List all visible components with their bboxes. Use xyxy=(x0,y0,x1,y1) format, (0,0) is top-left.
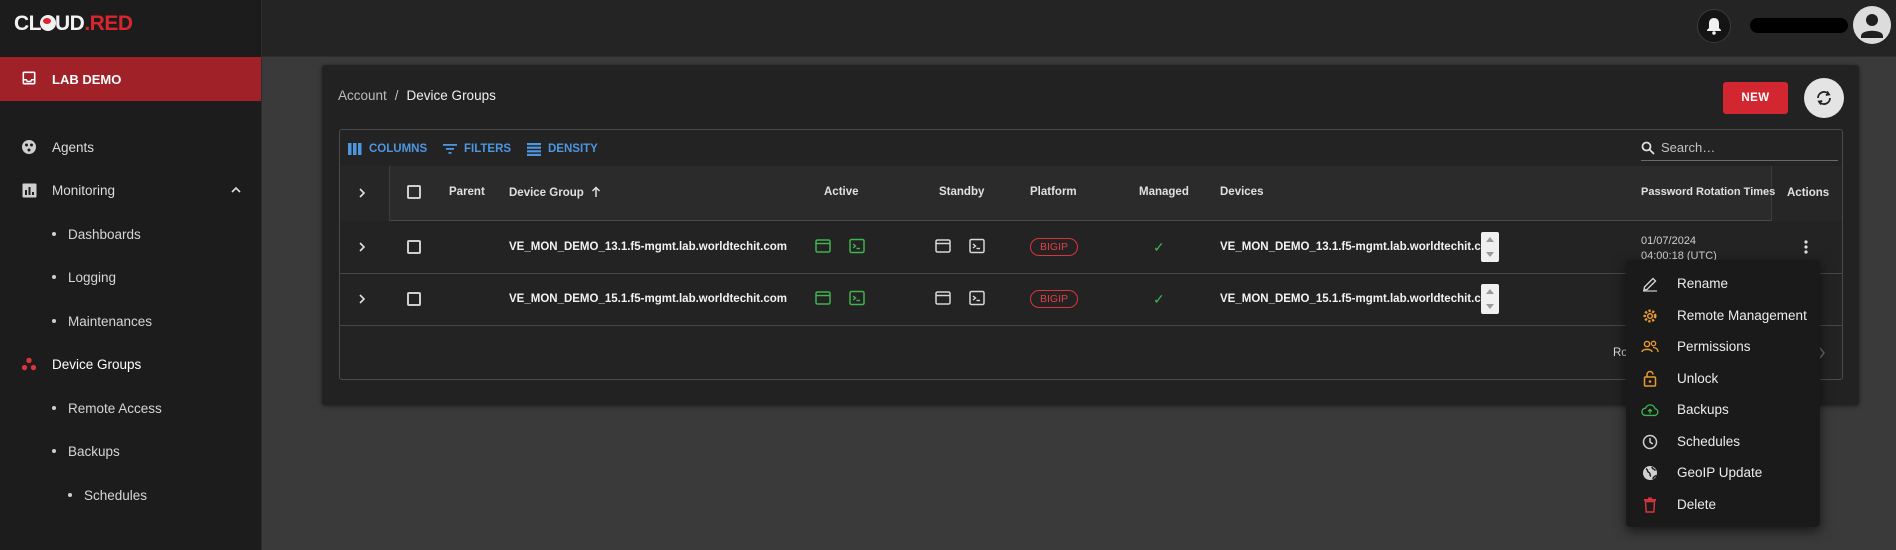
browser-window-icon[interactable] xyxy=(935,238,951,254)
breadcrumb-account[interactable]: Account xyxy=(338,88,387,103)
breadcrumb-separator: / xyxy=(394,88,399,103)
inbox-icon xyxy=(22,71,36,85)
logo-globe-icon xyxy=(40,15,56,31)
sidebar-item-agents[interactable]: Agents xyxy=(0,132,261,162)
terminal-icon[interactable] xyxy=(969,290,985,306)
cloud-upload-icon xyxy=(1641,401,1659,419)
caret-up-icon xyxy=(1486,237,1494,242)
density-icon xyxy=(527,142,541,156)
notifications-button[interactable] xyxy=(1697,9,1731,43)
devices-scroll-stepper[interactable] xyxy=(1481,284,1499,314)
menu-item-remote-management[interactable]: Remote Management xyxy=(1626,300,1820,331)
filters-button[interactable]: FILTERS xyxy=(443,141,511,157)
user-icon xyxy=(1861,14,1883,38)
menu-item-backups[interactable]: Backups xyxy=(1626,394,1820,425)
top-bar xyxy=(262,0,1896,57)
menu-item-schedules[interactable]: Schedules xyxy=(1626,426,1820,457)
bar-chart-icon xyxy=(21,182,37,198)
devices-scroll-stepper[interactable] xyxy=(1481,232,1499,262)
globe-icon xyxy=(1641,464,1659,482)
agents-icon xyxy=(21,139,37,155)
terminal-icon[interactable] xyxy=(849,290,865,306)
platform-badge: BIGIP xyxy=(1030,290,1079,308)
menu-item-geoip-update[interactable]: GeoIP Update xyxy=(1626,457,1820,488)
menu-item-permissions[interactable]: Permissions xyxy=(1626,331,1820,362)
menu-item-rename[interactable]: Rename xyxy=(1626,268,1820,299)
sidebar-item-backups[interactable]: Backups xyxy=(0,436,261,466)
sidebar-item-label: Agents xyxy=(52,139,95,155)
pencil-icon xyxy=(1641,275,1659,293)
refresh-icon xyxy=(1817,91,1831,105)
sidebar-brand-label: LAB DEMO xyxy=(52,71,122,87)
device-groups-icon xyxy=(21,356,37,372)
header-managed[interactable]: Managed xyxy=(1139,186,1189,198)
logo: CL UD.RED xyxy=(14,12,133,35)
search-box xyxy=(1641,135,1838,161)
sort-ascending-icon xyxy=(591,186,601,197)
caret-down-icon xyxy=(1486,304,1494,309)
sidebar-item-monitoring[interactable]: Monitoring xyxy=(0,175,261,205)
expand-row-icon[interactable] xyxy=(357,242,367,252)
browser-window-icon[interactable] xyxy=(935,290,951,306)
caret-down-icon xyxy=(1486,252,1494,257)
sidebar-item-schedules[interactable]: Schedules xyxy=(0,480,261,510)
expand-row-icon[interactable] xyxy=(357,294,367,304)
refresh-button[interactable] xyxy=(1804,78,1844,118)
bell-icon xyxy=(1707,18,1721,35)
sidebar-item-label: Device Groups xyxy=(52,356,142,372)
browser-window-icon[interactable] xyxy=(815,238,831,254)
terminal-icon[interactable] xyxy=(969,238,985,254)
row-devices: VE_MON_DEMO_13.1.f5-mgmt.lab.worldtechit… xyxy=(1220,241,1498,253)
sidebar-item-logging[interactable]: Logging xyxy=(0,262,261,292)
header-standby[interactable]: Standby xyxy=(939,186,984,198)
menu-item-unlock[interactable]: Unlock xyxy=(1626,363,1820,394)
row-checkbox[interactable] xyxy=(407,292,421,306)
breadcrumb: Account / Device Groups xyxy=(338,88,496,103)
search-icon xyxy=(1641,141,1655,155)
row-device-group: VE_MON_DEMO_15.1.f5-mgmt.lab.worldtechit… xyxy=(509,293,787,305)
menu-item-delete[interactable]: Delete xyxy=(1626,489,1820,520)
sidebar-item-label: Monitoring xyxy=(52,182,116,198)
header-devices[interactable]: Devices xyxy=(1220,186,1263,198)
header-actions: Actions xyxy=(1787,187,1830,199)
terminal-icon[interactable] xyxy=(849,238,865,254)
browser-window-icon[interactable] xyxy=(815,290,831,306)
username-redacted[interactable] xyxy=(1750,18,1848,33)
sidebar-item-dashboards[interactable]: Dashboards xyxy=(0,219,261,249)
header-password-rotation[interactable]: Password Rotation Times xyxy=(1641,186,1775,198)
select-all-checkbox[interactable] xyxy=(407,185,421,199)
people-icon xyxy=(1641,338,1659,356)
breadcrumb-current: Device Groups xyxy=(406,88,496,103)
avatar[interactable] xyxy=(1853,6,1891,44)
more-vert-icon[interactable] xyxy=(1801,239,1811,255)
new-button[interactable]: NEW xyxy=(1723,82,1788,114)
row-devices: VE_MON_DEMO_15.1.f5-mgmt.lab.worldtechit… xyxy=(1220,293,1498,305)
header-device-group[interactable]: Device Group xyxy=(509,186,601,199)
sidebar-item-lab-demo[interactable]: LAB DEMO xyxy=(0,57,261,101)
sidebar-item-maintenances[interactable]: Maintenances xyxy=(0,306,261,336)
lock-open-icon xyxy=(1641,370,1659,388)
sidebar-item-device-groups[interactable]: Device Groups xyxy=(0,349,261,379)
caret-up-icon xyxy=(1486,289,1494,294)
row-checkbox[interactable] xyxy=(407,240,421,254)
header-active[interactable]: Active xyxy=(824,186,859,198)
chevron-up-icon[interactable] xyxy=(230,184,242,196)
filter-icon xyxy=(443,144,457,154)
trash-icon xyxy=(1641,496,1659,514)
density-button[interactable]: DENSITY xyxy=(527,141,598,157)
row-device-group: VE_MON_DEMO_13.1.f5-mgmt.lab.worldtechit… xyxy=(509,241,787,253)
managed-check-icon: ✓ xyxy=(1153,291,1165,307)
header-parent[interactable]: Parent xyxy=(449,186,485,198)
expand-all-icon[interactable] xyxy=(357,188,367,198)
columns-button[interactable]: COLUMNS xyxy=(348,141,427,157)
clock-icon xyxy=(1641,433,1659,451)
columns-icon xyxy=(348,143,362,155)
managed-check-icon: ✓ xyxy=(1153,239,1165,255)
platform-badge: BIGIP xyxy=(1030,238,1079,256)
gear-icon xyxy=(1641,307,1659,325)
sidebar-item-remote-access[interactable]: Remote Access xyxy=(0,393,261,423)
header-platform[interactable]: Platform xyxy=(1030,186,1077,198)
search-input[interactable] xyxy=(1661,140,1831,155)
sidebar: CL UD.RED LAB DEMO Agents Monitoring Dash… xyxy=(0,0,262,550)
